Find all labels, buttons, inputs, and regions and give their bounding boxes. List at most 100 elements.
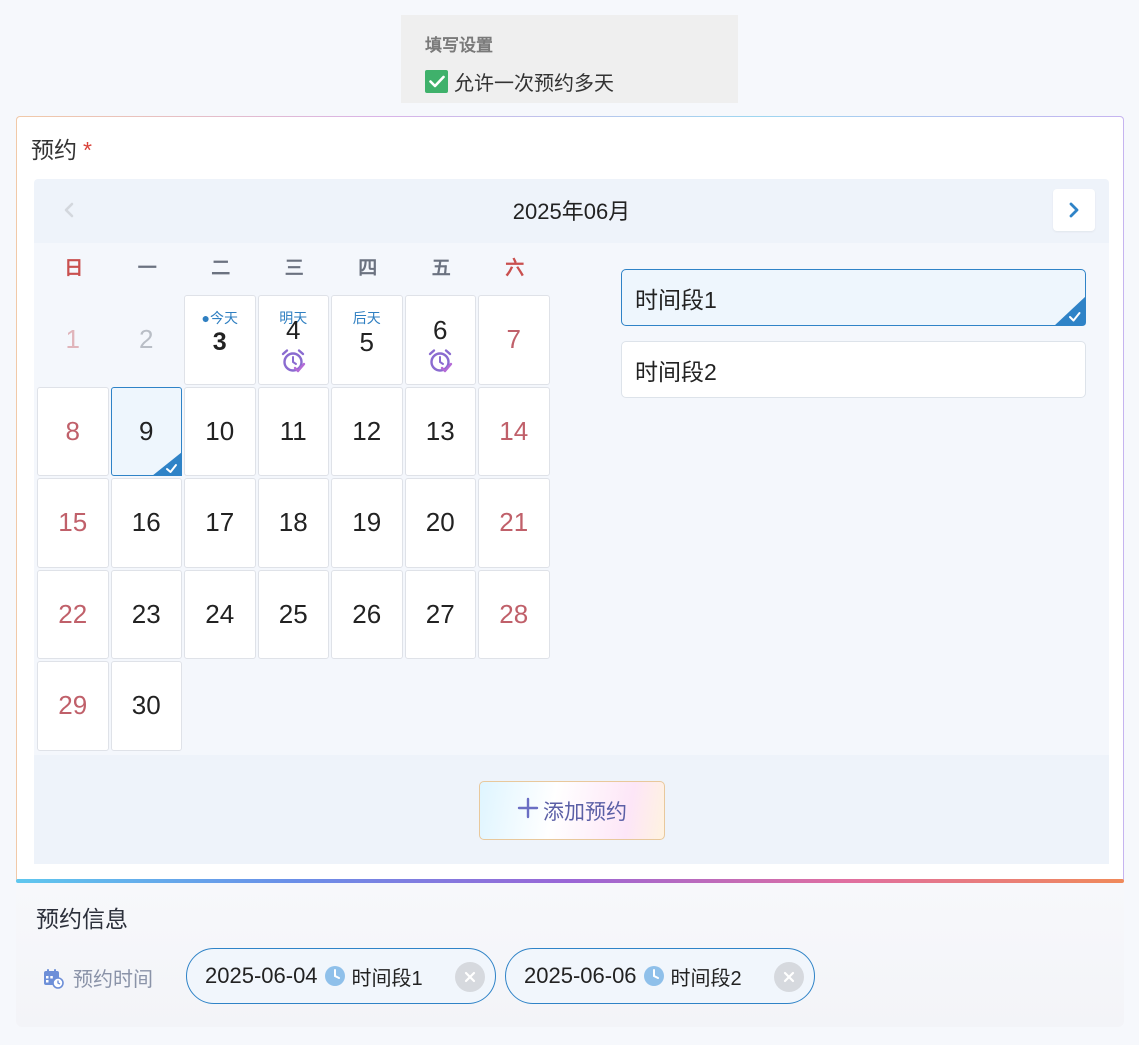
calendar-body: 日 一 二 三 四 五 六 1 2 ●今天 3 明天 4 后天 5 6 7 8 … [34, 243, 1109, 755]
day-cell[interactable]: 11 [257, 386, 329, 476]
month-title: 2025年06月 [512, 199, 631, 224]
settings-title: 填写设置 [425, 36, 493, 55]
day-cell-disabled: 2 [110, 295, 182, 385]
weekday-label: 日 [64, 258, 84, 279]
calendar-clock-icon [44, 968, 64, 989]
booking-slot: 时间段1 [351, 967, 423, 990]
day-cell-booked[interactable]: 6 [404, 295, 476, 385]
add-booking-label: 添加预约 [543, 800, 627, 824]
day-number: 15 [58, 507, 88, 538]
day-cell[interactable]: 14 [478, 386, 550, 476]
booking-time-label-text: 预约时间 [73, 969, 153, 991]
weekday-label: 二 [211, 258, 231, 279]
day-cell[interactable]: 19 [331, 478, 403, 568]
time-slot-label: 时间段2 [635, 358, 717, 385]
selected-check-icon [1054, 296, 1086, 326]
day-number: 5 [359, 327, 374, 358]
day-cell-today[interactable]: ●今天 3 [184, 295, 256, 385]
field-label-text: 预约 [31, 137, 77, 163]
allow-multi-day-option[interactable]: 允许一次预约多天 [425, 67, 614, 96]
day-number: 17 [205, 507, 235, 538]
day-number: 13 [425, 415, 455, 446]
day-number: 24 [205, 598, 235, 629]
alarm-check-icon [429, 349, 453, 373]
next-month-button[interactable] [1053, 189, 1095, 231]
clock-icon [643, 966, 664, 986]
day-cell[interactable]: 7 [478, 295, 550, 385]
day-cell[interactable]: 12 [331, 386, 403, 476]
day-cell[interactable]: 25 [257, 569, 329, 659]
day-number: 18 [278, 507, 308, 538]
day-cell[interactable]: 20 [404, 478, 476, 568]
day-cell-selected[interactable]: 9 [110, 386, 182, 476]
day-number: 2 [139, 324, 154, 355]
selected-check-icon [152, 452, 182, 476]
booking-field-card: 预约 * 2025年06月 日 一 二 三 四 五 六 1 2 ●今天 3 明天… [16, 116, 1124, 883]
remove-booking-button[interactable] [774, 962, 804, 992]
day-cell[interactable]: 后天 5 [331, 295, 403, 385]
required-mark: * [83, 137, 92, 163]
day-number: 1 [65, 324, 80, 355]
allow-multi-day-label: 允许一次预约多天 [454, 73, 614, 95]
day-cell[interactable]: 17 [184, 478, 256, 568]
day-cell[interactable]: 22 [37, 569, 109, 659]
booking-chip[interactable]: 2025-06-06 时间段2 [505, 948, 815, 1004]
day-number: 29 [58, 690, 88, 721]
day-cell[interactable]: 18 [257, 478, 329, 568]
day-cell[interactable]: 24 [184, 569, 256, 659]
day-number: 16 [131, 507, 161, 538]
chevron-left-icon [64, 202, 74, 218]
day-number: 30 [131, 690, 161, 721]
day-cell[interactable]: 29 [37, 661, 109, 751]
day-grid: 1 2 ●今天 3 明天 4 后天 5 6 7 8 9 10 11 12 13 … [37, 295, 551, 753]
day-number: 3 [212, 328, 227, 357]
day-number: 22 [58, 598, 88, 629]
day-cell[interactable]: 26 [331, 569, 403, 659]
weekday-label: 四 [358, 258, 378, 279]
day-cell-booked[interactable]: 明天 4 [257, 295, 329, 385]
day-number: 25 [278, 598, 308, 629]
remove-booking-button[interactable] [455, 962, 485, 992]
booking-date: 2025-06-06 [524, 963, 637, 988]
close-icon [783, 971, 795, 983]
time-slot-list: 时间段1 时间段2 [621, 269, 1086, 413]
weekday-label: 三 [284, 258, 304, 279]
day-number: 20 [425, 507, 455, 538]
day-number: 14 [499, 415, 529, 446]
settings-panel: 填写设置 允许一次预约多天 [401, 15, 738, 103]
day-number: 19 [352, 507, 382, 538]
time-slot-option-selected[interactable]: 时间段1 [621, 269, 1086, 326]
day-cell[interactable]: 21 [478, 478, 550, 568]
day-number: 4 [286, 315, 301, 346]
time-slot-option[interactable]: 时间段2 [621, 341, 1086, 398]
prev-month-button[interactable] [56, 197, 82, 223]
close-icon [464, 971, 476, 983]
booking-info-heading: 预约信息 [36, 906, 128, 932]
gradient-divider [16, 879, 1124, 883]
today-tag: ●今天 [201, 310, 238, 326]
day-cell[interactable]: 10 [184, 386, 256, 476]
calendar-header: 2025年06月 [34, 179, 1109, 241]
checkbox-checked-icon[interactable] [425, 70, 448, 93]
booking-info-section: 预约信息 预约时间 2025-06-04 时间段1 2025-06-06 时间段… [16, 885, 1124, 1027]
weekday-label: 一 [137, 258, 157, 279]
time-slot-label: 时间段1 [635, 286, 717, 313]
day-cell[interactable]: 16 [110, 478, 182, 568]
weekday-label: 五 [431, 258, 451, 279]
day-cell[interactable]: 13 [404, 386, 476, 476]
day-cell[interactable]: 30 [110, 661, 182, 751]
plus-icon [517, 795, 539, 826]
add-booking-button[interactable]: 添加预约 [479, 781, 665, 840]
day-cell[interactable]: 8 [37, 386, 109, 476]
day-cell[interactable]: 28 [478, 569, 550, 659]
alarm-check-icon [282, 349, 306, 373]
clock-icon [324, 966, 345, 986]
day-cell[interactable]: 23 [110, 569, 182, 659]
day-number: 28 [499, 598, 529, 629]
booking-chip[interactable]: 2025-06-04 时间段1 [186, 948, 496, 1004]
day-cell[interactable]: 27 [404, 569, 476, 659]
day-cell[interactable]: 15 [37, 478, 109, 568]
calendar: 2025年06月 日 一 二 三 四 五 六 1 2 ●今天 3 明天 4 后天… [34, 179, 1109, 864]
booking-date: 2025-06-04 [205, 963, 318, 988]
day-number: 6 [433, 315, 448, 346]
